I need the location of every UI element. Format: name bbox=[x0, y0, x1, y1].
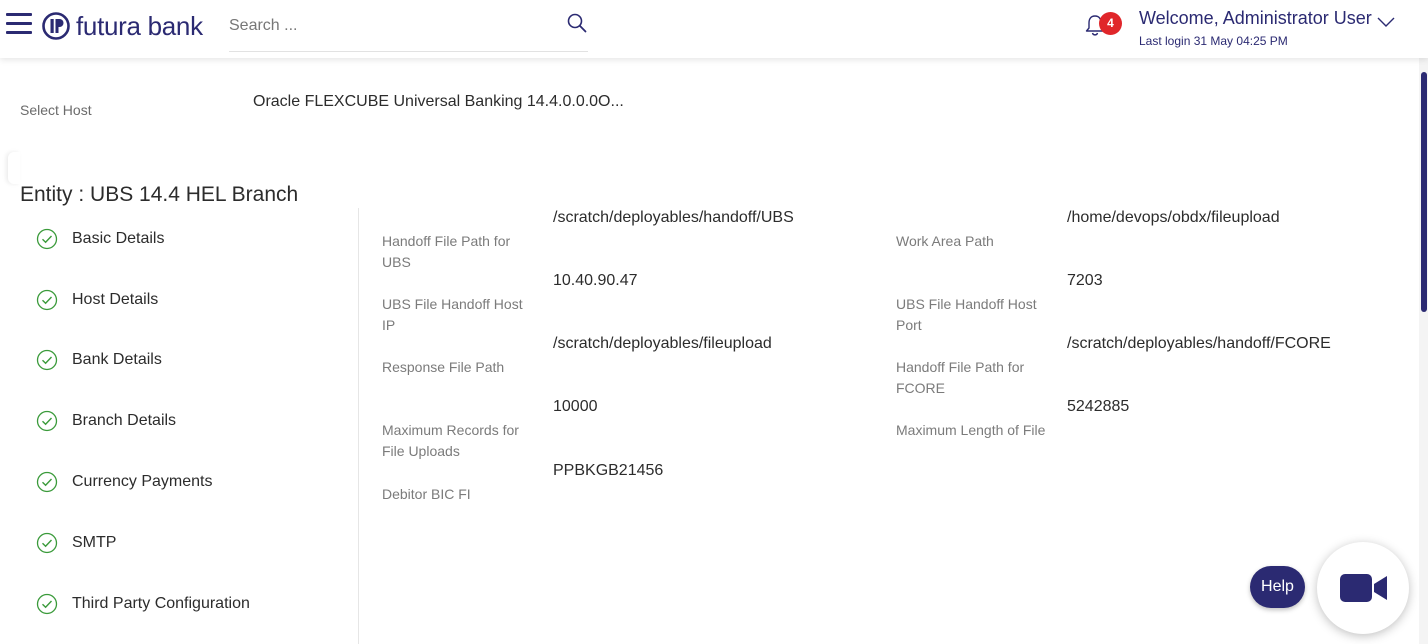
check-circle-icon bbox=[36, 532, 58, 554]
select-host-label: Select Host bbox=[20, 102, 92, 118]
search-input[interactable] bbox=[229, 10, 549, 42]
step-label: Currency Payments bbox=[72, 473, 213, 490]
work-area-path-value: /home/devops/obdx/fileupload bbox=[1067, 209, 1280, 226]
search-icon[interactable] bbox=[566, 12, 588, 34]
search-bar bbox=[229, 10, 588, 52]
scrollbar-thumb[interactable] bbox=[1421, 72, 1427, 312]
step-label: Host Details bbox=[72, 291, 159, 308]
select-host-dropdown[interactable]: Oracle FLEXCUBE Universal Banking 14.4.0… bbox=[253, 93, 624, 111]
response-file-path-label: Response File Path bbox=[382, 359, 505, 375]
video-call-button[interactable] bbox=[1317, 542, 1409, 634]
step-host-details[interactable]: Host Details bbox=[36, 285, 158, 315]
work-area-path-label: Work Area Path bbox=[896, 233, 994, 249]
step-label: Third Party Configuration bbox=[72, 595, 250, 612]
check-circle-icon bbox=[36, 410, 58, 432]
top-header: futura bank 4 Welcome, Administrator Use… bbox=[0, 0, 1428, 58]
welcome-text[interactable]: Welcome, Administrator User bbox=[1139, 8, 1372, 29]
handoff-host-ip-value: 10.40.90.47 bbox=[553, 272, 638, 289]
max-records-label: Maximum Records for File Uploads bbox=[382, 422, 519, 459]
step-currency-payments[interactable]: Currency Payments bbox=[36, 467, 213, 497]
step-label: SMTP bbox=[72, 534, 117, 551]
handoff-host-port-value: 7203 bbox=[1067, 272, 1103, 289]
handoff-host-ip-label: UBS File Handoff Host IP bbox=[382, 296, 523, 333]
max-records-value: 10000 bbox=[553, 398, 598, 415]
handoff-host-port-label: UBS File Handoff Host Port bbox=[896, 296, 1037, 333]
panel-divider bbox=[358, 208, 359, 644]
max-file-length-label: Maximum Length of File bbox=[896, 422, 1046, 438]
max-file-length-value: 5242885 bbox=[1067, 398, 1130, 415]
check-circle-icon bbox=[36, 593, 58, 615]
brand-name: futura bank bbox=[76, 10, 203, 41]
step-branch-details[interactable]: Branch Details bbox=[36, 406, 176, 436]
check-circle-icon bbox=[36, 349, 58, 371]
debitor-bic-label: Debitor BIC FI bbox=[382, 486, 471, 502]
response-file-path-value: /scratch/deployables/fileupload bbox=[553, 335, 772, 352]
check-circle-icon bbox=[36, 289, 58, 311]
side-panel-tab[interactable] bbox=[8, 152, 20, 184]
notification-badge: 4 bbox=[1099, 12, 1122, 35]
chevron-down-icon[interactable] bbox=[1376, 14, 1396, 30]
step-bank-details[interactable]: Bank Details bbox=[36, 345, 162, 375]
step-third-party-configuration[interactable]: Third Party Configuration bbox=[36, 589, 250, 619]
handoff-file-path-fcore-value: /scratch/deployables/handoff/FCORE bbox=[1067, 335, 1331, 352]
step-label: Basic Details bbox=[72, 230, 165, 247]
futura-logo-icon bbox=[42, 12, 70, 40]
check-circle-icon bbox=[36, 228, 58, 250]
handoff-file-path-ubs-label: Handoff File Path for UBS bbox=[382, 233, 511, 270]
handoff-file-path-fcore-label: Handoff File Path for FCORE bbox=[896, 359, 1025, 396]
page-title: Entity : UBS 14.4 HEL Branch bbox=[20, 183, 299, 206]
step-label: Branch Details bbox=[72, 412, 177, 429]
debitor-bic-value: PPBKGB21456 bbox=[553, 462, 664, 479]
brand-logo[interactable]: futura bank bbox=[42, 10, 203, 42]
handoff-file-path-ubs-value: /scratch/deployables/handoff/UBS bbox=[553, 209, 794, 226]
help-button[interactable]: Help bbox=[1250, 566, 1305, 608]
step-smtp[interactable]: SMTP bbox=[36, 528, 116, 558]
menu-icon[interactable] bbox=[6, 13, 32, 35]
check-circle-icon bbox=[36, 471, 58, 493]
step-label: Bank Details bbox=[72, 351, 162, 368]
video-camera-icon bbox=[1340, 574, 1387, 602]
step-basic-details[interactable]: Basic Details bbox=[36, 224, 164, 254]
last-login-text: Last login 31 May 04:25 PM bbox=[1139, 34, 1288, 48]
